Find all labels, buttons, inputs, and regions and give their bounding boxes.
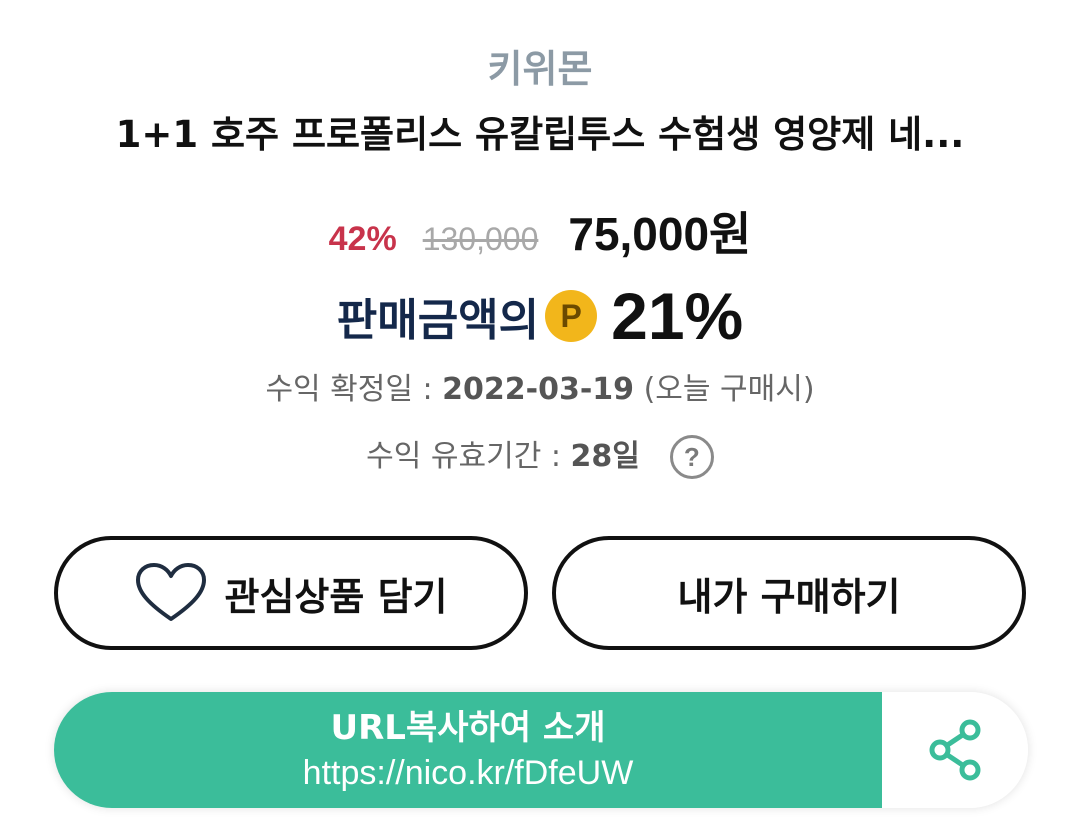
reward-row: 판매금액의 P 21% (0, 278, 1080, 354)
confirm-date-value: 2022-03-19 (442, 372, 635, 407)
buy-myself-button[interactable]: 내가 구매하기 (552, 536, 1026, 650)
valid-period-line: 수익 유효기간 : 28일 ? (0, 435, 1080, 479)
share-bar: URL복사하여 소개 https://nico.kr/fDfeUW (54, 692, 1028, 808)
original-price: 130,000 (422, 221, 539, 257)
reward-label: 판매금액의 (336, 295, 540, 346)
product-title: 1+1 호주 프로폴리스 유칼립투스 수험생 영양제 네... (115, 113, 965, 156)
reward-percent: 21% (611, 279, 744, 353)
wishlist-button[interactable]: 관심상품 담기 (54, 536, 528, 650)
seller-name: 키위몬 (487, 47, 593, 91)
valid-period-label: 수익 유효기간 : 28일 (366, 435, 640, 479)
heart-icon (135, 563, 206, 621)
share-button[interactable] (882, 692, 1028, 808)
wishlist-button-label: 관심상품 담기 (224, 574, 448, 619)
point-icon: P (545, 290, 598, 342)
confirm-date-line: 수익 확정일 : 2022-03-19 (오늘 구매시) (0, 368, 1080, 412)
valid-period-value: 28일 (570, 439, 640, 474)
sale-price: 75,000원 (568, 208, 752, 260)
question-icon[interactable]: ? (669, 435, 714, 479)
price-row: 42% 130,000 75,000원 (0, 198, 1080, 264)
confirm-date-label: 수익 확정일 : (265, 372, 443, 407)
copy-url-button[interactable]: URL복사하여 소개 https://nico.kr/fDfeUW (54, 692, 882, 808)
share-url: https://nico.kr/fDfeUW (302, 754, 634, 792)
confirm-date-note: (오늘 구매시) (634, 372, 815, 407)
buy-myself-button-label: 내가 구매하기 (677, 574, 901, 619)
valid-period-label-text: 수익 유효기간 : (366, 439, 571, 474)
copy-url-label: URL복사하여 소개 (330, 708, 606, 748)
share-icon (929, 719, 981, 781)
discount-rate: 42% (328, 220, 397, 258)
